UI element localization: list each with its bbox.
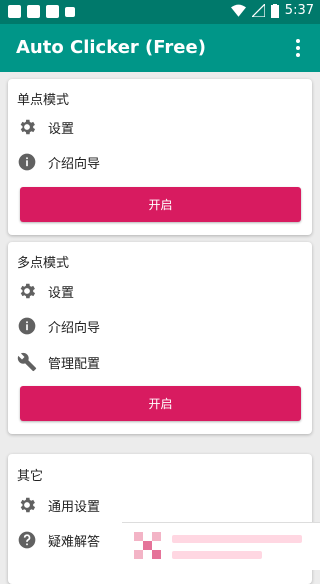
multi-intro-guide-item[interactable]: 介绍向导 (8, 312, 312, 340)
single-intro-guide-item[interactable]: 介绍向导 (8, 148, 312, 176)
ad-text-placeholder (172, 535, 302, 543)
single-settings-item[interactable]: 设置 (8, 113, 312, 141)
notification-icon (8, 5, 21, 18)
info-icon (17, 316, 37, 336)
wrench-icon (17, 352, 37, 372)
signal-icon (251, 4, 265, 17)
notification-icons (8, 5, 75, 18)
notification-icon (46, 5, 59, 18)
item-label: 介绍向导 (48, 156, 101, 172)
item-label: 疑难解答 (48, 534, 101, 550)
item-label: 设置 (48, 285, 75, 301)
item-label: 通用设置 (48, 499, 101, 515)
notification-icon (27, 5, 40, 18)
more-vert-icon[interactable] (286, 36, 310, 60)
item-label: 介绍向导 (48, 320, 101, 336)
ad-text-placeholder (172, 551, 262, 559)
multi-mode-card: 多点模式 设置 介绍向导 管理配置 开启 (8, 242, 312, 434)
gear-icon (17, 281, 37, 301)
multi-start-button[interactable]: 开启 (20, 386, 301, 421)
manage-config-item[interactable]: 管理配置 (8, 348, 312, 376)
gear-icon (17, 117, 37, 137)
ad-banner[interactable] (122, 522, 320, 570)
item-label: 管理配置 (48, 356, 101, 372)
card-title: 其它 (17, 469, 44, 484)
multi-settings-item[interactable]: 设置 (8, 277, 312, 305)
battery-icon (270, 3, 279, 18)
notification-icon (65, 7, 75, 17)
wifi-icon (230, 4, 246, 17)
card-title: 多点模式 (17, 256, 70, 271)
info-icon (17, 152, 37, 172)
ad-logo-icon (134, 532, 161, 559)
app-title: Auto Clicker (Free) (16, 37, 206, 58)
clock: 5:37 (284, 3, 314, 18)
status-bar: 5:37 (0, 0, 320, 24)
item-label: 设置 (48, 121, 75, 137)
gear-icon (17, 495, 37, 515)
app-bar: Auto Clicker (Free) (0, 24, 320, 72)
card-title: 单点模式 (17, 93, 70, 108)
general-settings-item[interactable]: 通用设置 (8, 491, 312, 519)
single-mode-card: 单点模式 设置 介绍向导 开启 (8, 79, 312, 235)
help-icon (17, 530, 37, 550)
single-start-button[interactable]: 开启 (20, 187, 301, 222)
